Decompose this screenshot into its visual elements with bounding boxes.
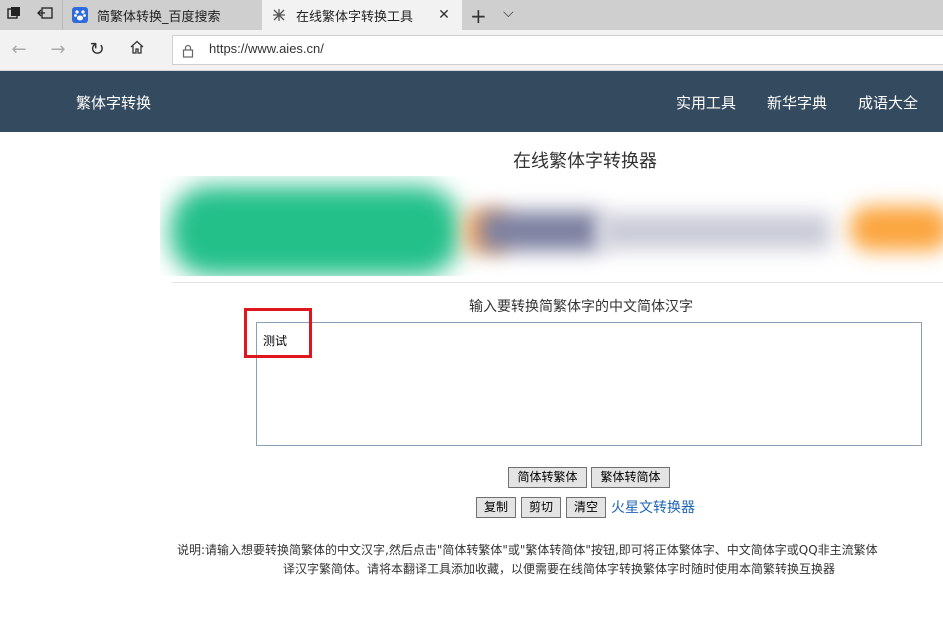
clear-button[interactable]: 清空 (566, 497, 606, 518)
address-bar[interactable]: https://www.aies.cn/ (172, 35, 943, 65)
browser-toolbar: ← → ↻ https://www.aies.cn/ (0, 30, 943, 71)
url-text[interactable]: https://www.aies.cn/ (209, 41, 324, 56)
baidu-paw-icon (72, 7, 88, 23)
tab-baidu-search[interactable]: 简繁体转换_百度搜索 (62, 0, 263, 30)
cut-button[interactable]: 剪切 (521, 497, 561, 518)
home-icon[interactable] (126, 39, 148, 61)
tab-online-converter[interactable]: 在线繁体字转换工具 ✕ (262, 0, 462, 30)
page-title: 在线繁体字转换器 (513, 151, 657, 172)
tab-title: 简繁体转换_百度搜索 (97, 9, 221, 25)
browser-tab-bar: 简繁体转换_百度搜索 在线繁体字转换工具 ✕ + ⌵ (0, 0, 943, 30)
chevron-down-icon[interactable]: ⌵ (503, 5, 514, 21)
advertisement-banner[interactable] (160, 176, 943, 276)
nav-link-tools[interactable]: 实用工具 (676, 92, 736, 113)
red-highlight-box (244, 308, 312, 358)
new-tab-icon[interactable]: + (470, 4, 487, 28)
forward-arrow-icon[interactable]: → (47, 39, 69, 61)
martian-text-converter-link[interactable]: 火星文转换器 (611, 497, 695, 517)
description-line-1: 说明:请输入想要转换简繁体的中文汉字,然后点击"简体转繁体"或"繁体转简体"按钮… (177, 543, 878, 557)
lock-icon (182, 43, 194, 62)
back-arrow-icon[interactable]: ← (8, 39, 30, 61)
set-tabs-aside-icon[interactable] (36, 6, 54, 24)
nav-link-dictionary[interactable]: 新华字典 (767, 92, 827, 113)
refresh-icon[interactable]: ↻ (86, 39, 108, 61)
site-favicon-icon (271, 7, 287, 23)
tab-actions-icon[interactable] (5, 6, 23, 24)
close-tab-icon[interactable]: ✕ (434, 7, 454, 23)
description-line-2: 译汉字繁简体。请将本翻译工具添加收藏，以便需要在线简体字转换繁体字时随时使用本简… (283, 562, 836, 576)
simplified-to-traditional-button[interactable]: 简体转繁体 (508, 467, 587, 488)
nav-link-idioms[interactable]: 成语大全 (858, 92, 918, 113)
copy-button[interactable]: 复制 (476, 497, 516, 518)
traditional-to-simplified-button[interactable]: 繁体转简体 (591, 467, 670, 488)
divider (172, 282, 943, 283)
text-input-area[interactable]: 测试 (256, 322, 922, 446)
site-brand-link[interactable]: 繁体字转换 (76, 92, 151, 113)
tab-title: 在线繁体字转换工具 (296, 9, 414, 25)
input-prompt-label: 输入要转换简繁体字的中文简体汉字 (469, 299, 693, 315)
site-header: 繁体字转换 实用工具 新华字典 成语大全 (0, 71, 943, 132)
